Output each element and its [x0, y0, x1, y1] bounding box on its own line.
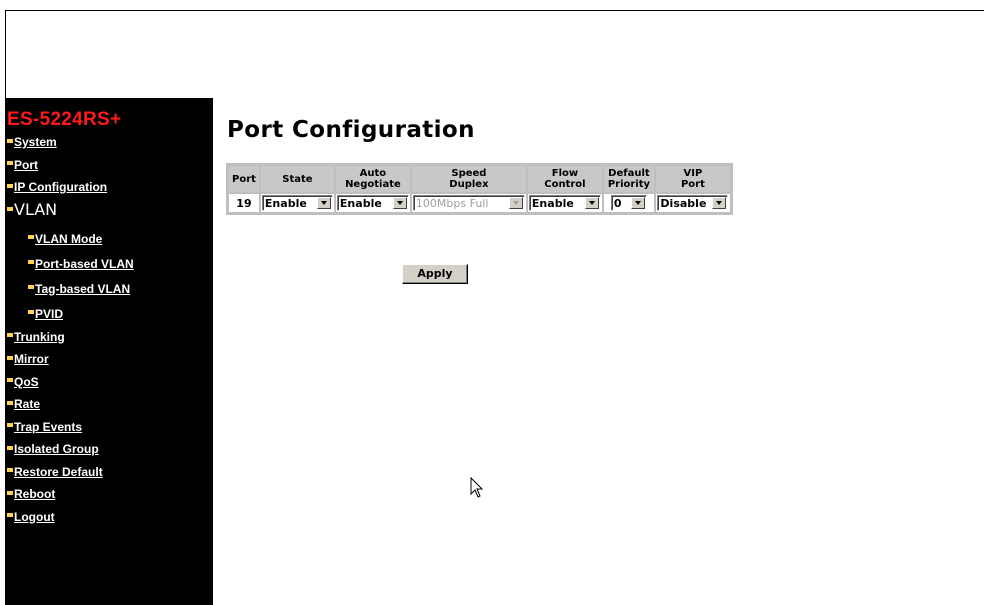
- apply-button[interactable]: Apply: [402, 264, 468, 284]
- bullet-icon: [7, 423, 13, 427]
- bullet-icon: [28, 310, 34, 314]
- speed-duplex-select: 100Mbps Full: [412, 195, 525, 211]
- sidebar-item-restore-default[interactable]: Restore Default: [6, 460, 213, 483]
- sidebar-item-label[interactable]: Trunking: [14, 330, 65, 344]
- sidebar-item-port[interactable]: Port: [6, 153, 213, 176]
- header-speed-duplex: Speed Duplex: [411, 166, 526, 192]
- sidebar-item-ip-configuration[interactable]: IP Configuration: [6, 175, 213, 198]
- auto-negotiate-select[interactable]: Enable: [336, 195, 409, 211]
- port-number: 19: [229, 194, 259, 212]
- sidebar-item-port-based-vlan[interactable]: Port-based VLAN: [6, 250, 213, 275]
- vip-port-select[interactable]: Disable: [657, 195, 729, 211]
- bullet-icon: [28, 260, 34, 264]
- sidebar-item-qos[interactable]: QoS: [6, 370, 213, 393]
- sidebar-item-label[interactable]: Isolated Group: [14, 442, 99, 456]
- sidebar-item-label[interactable]: Logout: [14, 510, 55, 524]
- flow-control-cell: Enable: [527, 194, 602, 212]
- sidebar-item-label[interactable]: Reboot: [14, 487, 55, 501]
- chevron-down-icon[interactable]: [712, 197, 727, 209]
- port-config-table: Port State Auto Negotiate Speed Duplex Flo…: [226, 163, 733, 215]
- sidebar-item-reboot[interactable]: Reboot: [6, 482, 213, 505]
- bullet-icon: [7, 138, 13, 143]
- speed-duplex-cell: 100Mbps Full: [411, 194, 526, 212]
- header-default-priority: Default Priority: [603, 166, 654, 192]
- bullet-icon: [7, 183, 13, 188]
- state-cell: Enable: [260, 194, 334, 212]
- nav-menu: System Port IP Configuration VLAN VLAN M…: [6, 130, 213, 527]
- sidebar-item-isolated-group[interactable]: Isolated Group: [6, 437, 213, 460]
- sidebar-item-rate[interactable]: Rate: [6, 392, 213, 415]
- bullet-icon: [7, 400, 13, 405]
- chevron-down-icon[interactable]: [584, 197, 599, 209]
- sidebar-item-label[interactable]: PVID: [35, 307, 63, 321]
- sidebar-item-label[interactable]: Rate: [14, 397, 40, 411]
- sidebar-item-system[interactable]: System: [6, 130, 213, 153]
- bullet-icon: [7, 513, 13, 517]
- sidebar-item-tag-based-vlan[interactable]: Tag-based VLAN: [6, 275, 213, 300]
- sidebar-item-label[interactable]: System: [14, 135, 57, 149]
- default-priority-select[interactable]: 0: [610, 195, 647, 211]
- sidebar-item-label[interactable]: QoS: [14, 375, 39, 389]
- mouse-pointer-icon: [470, 477, 484, 498]
- sidebar-item-trap-events[interactable]: Trap Events: [6, 415, 213, 438]
- bullet-icon: [7, 378, 13, 382]
- bullet-icon: [7, 207, 13, 211]
- chevron-down-icon[interactable]: [630, 197, 645, 209]
- header-port: Port: [229, 166, 259, 192]
- header-flow-control: Flow Control: [527, 166, 602, 192]
- sidebar-item-label[interactable]: Tag-based VLAN: [35, 282, 130, 296]
- sidebar: ES-5224RS+ System Port IP Configuration …: [6, 98, 213, 605]
- sidebar-item-label[interactable]: Mirror: [14, 352, 49, 366]
- sidebar-item-label[interactable]: Port-based VLAN: [35, 257, 134, 271]
- flow-control-select[interactable]: Enable: [528, 195, 601, 211]
- page-title: Port Configuration: [227, 117, 475, 143]
- bullet-icon: [7, 355, 13, 360]
- header-auto-negotiate: Auto Negotiate: [335, 166, 410, 192]
- sidebar-item-label[interactable]: Restore Default: [14, 465, 103, 479]
- bullet-icon: [7, 445, 13, 450]
- bullet-icon: [28, 235, 34, 239]
- model-name: ES-5224RS+: [7, 109, 122, 130]
- sidebar-item-trunking[interactable]: Trunking: [6, 325, 213, 348]
- sidebar-item-label[interactable]: IP Configuration: [14, 180, 107, 194]
- state-select[interactable]: Enable: [261, 195, 333, 211]
- chevron-down-icon: [508, 197, 523, 209]
- header-vip-port: VIP Port: [655, 166, 730, 192]
- chevron-down-icon[interactable]: [316, 197, 331, 209]
- sidebar-item-label[interactable]: Port: [14, 158, 38, 172]
- sidebar-item-mirror[interactable]: Mirror: [6, 347, 213, 370]
- sidebar-item-pvid[interactable]: PVID: [6, 300, 213, 325]
- bullet-icon: [7, 468, 13, 472]
- sidebar-item-label[interactable]: VLAN: [14, 200, 57, 219]
- sidebar-item-logout[interactable]: Logout: [6, 505, 213, 528]
- sidebar-item-label[interactable]: VLAN Mode: [35, 232, 102, 246]
- chevron-down-icon[interactable]: [392, 197, 407, 209]
- default-priority-cell: 0: [603, 194, 654, 212]
- sidebar-item-vlan[interactable]: VLAN: [6, 198, 213, 225]
- auto-negotiate-cell: Enable: [335, 194, 410, 212]
- bullet-icon: [7, 490, 13, 495]
- bullet-icon: [28, 285, 34, 289]
- sidebar-item-label[interactable]: Trap Events: [14, 420, 82, 434]
- header-state: State: [260, 166, 334, 192]
- table-row: 19 Enable Enable 100Mbps Full Enable 0 D…: [229, 194, 730, 212]
- vip-port-cell: Disable: [655, 194, 730, 212]
- bullet-icon: [7, 333, 13, 337]
- bullet-icon: [7, 161, 13, 165]
- table-header-row: Port State Auto Negotiate Speed Duplex Flo…: [229, 166, 730, 192]
- sidebar-item-vlan-mode[interactable]: VLAN Mode: [6, 225, 213, 250]
